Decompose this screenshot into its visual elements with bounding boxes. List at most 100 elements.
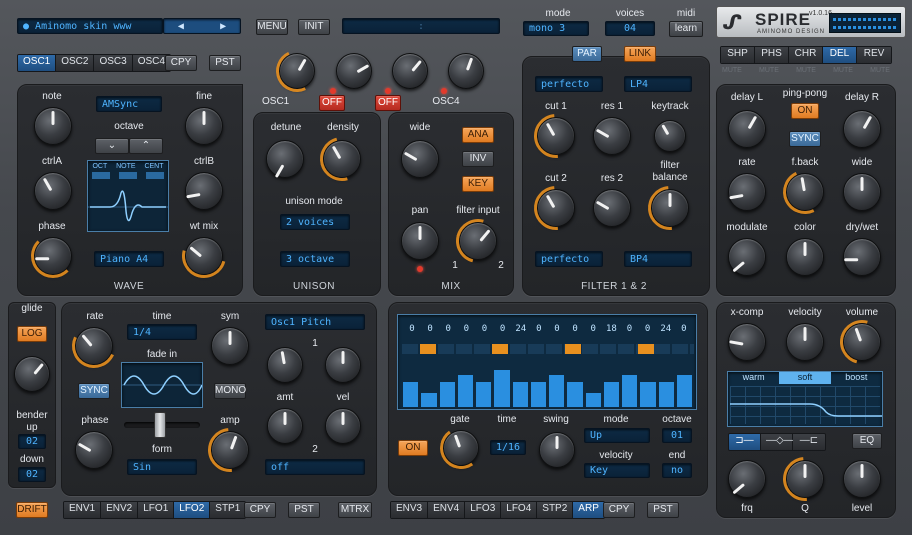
mute-del[interactable]: MUTE bbox=[833, 67, 853, 74]
filter1-mode-display[interactable]: LP4 bbox=[624, 76, 692, 92]
lfo-target1-display[interactable]: Osc1 Pitch bbox=[265, 314, 365, 330]
arp-step-value[interactable]: 18 bbox=[603, 324, 619, 336]
osc1-level-label[interactable]: OSC1 bbox=[262, 95, 289, 111]
tab-osc3[interactable]: OSC3 bbox=[94, 55, 133, 71]
fine-knob[interactable] bbox=[185, 107, 223, 145]
arp-step-bar[interactable] bbox=[640, 381, 656, 407]
eq-frq-knob[interactable] bbox=[728, 460, 766, 498]
mute-chr[interactable]: MUTE bbox=[796, 67, 816, 74]
eq-soft-option[interactable]: soft bbox=[779, 372, 831, 384]
eq-level-knob[interactable] bbox=[843, 460, 881, 498]
matrix-button[interactable]: MTRX bbox=[338, 502, 372, 518]
menu-button[interactable]: MENU bbox=[256, 19, 288, 35]
arp-step-bar[interactable] bbox=[603, 381, 619, 407]
bender-up-display[interactable]: 02 bbox=[18, 434, 46, 449]
osc-paste-button[interactable]: PST bbox=[209, 55, 241, 71]
osc3-off-button[interactable]: OFF bbox=[375, 95, 401, 111]
arp-step-value[interactable]: 0 bbox=[676, 324, 692, 336]
arp-step-value[interactable]: 0 bbox=[404, 324, 420, 336]
tab-phs[interactable]: PHS bbox=[755, 47, 789, 63]
phase-knob[interactable] bbox=[34, 237, 72, 275]
fx-tabs[interactable]: SHP PHS CHR DEL REV bbox=[720, 46, 892, 64]
drywet-knob[interactable] bbox=[843, 238, 881, 276]
arp-step-bar[interactable] bbox=[549, 374, 565, 407]
arp-on-button[interactable]: ON bbox=[398, 440, 428, 456]
lfo-time-display[interactable]: 1/4 bbox=[127, 324, 197, 340]
eq-q-knob[interactable] bbox=[786, 460, 824, 498]
osc-tabs[interactable]: OSC1 OSC2 OSC3 OSC4 bbox=[17, 54, 171, 72]
par-button[interactable]: PAR bbox=[572, 46, 602, 62]
fade-in-slider-handle[interactable] bbox=[154, 412, 166, 438]
tab-lfo2[interactable]: LFO2 bbox=[174, 502, 211, 518]
eq-shape-buttons[interactable]: ⊐— —◇— —⊏ bbox=[728, 433, 826, 451]
arp-step-bar[interactable] bbox=[457, 374, 473, 407]
lfo-target2-display[interactable]: off bbox=[265, 459, 365, 475]
glide-knob[interactable] bbox=[14, 356, 50, 392]
unison-voices-display[interactable]: 2 voices bbox=[280, 214, 350, 230]
wt-mix-knob[interactable] bbox=[185, 237, 223, 275]
res1-knob[interactable] bbox=[593, 117, 631, 155]
tab-rev[interactable]: REV bbox=[857, 47, 891, 63]
lfo-vel1-knob[interactable] bbox=[325, 347, 361, 383]
tab-lfo3[interactable]: LFO3 bbox=[465, 502, 502, 518]
arp-step-bar[interactable] bbox=[421, 393, 437, 407]
filter-input-knob[interactable] bbox=[459, 222, 497, 260]
inv-button[interactable]: INV bbox=[462, 151, 494, 167]
eq-highshelf-icon[interactable]: —⊏ bbox=[793, 434, 825, 450]
lfo-rate-knob[interactable] bbox=[75, 327, 113, 365]
fx-rate-knob[interactable] bbox=[728, 173, 766, 211]
init-button[interactable]: INIT bbox=[298, 19, 330, 35]
lfo-amt2-knob[interactable] bbox=[267, 408, 303, 444]
arp-step-display[interactable]: 0 0 0 0 0 0 24 0 0 0 0 18 0 0 24 0 bbox=[397, 314, 697, 410]
key-button[interactable]: KEY bbox=[462, 176, 494, 192]
note-knob[interactable] bbox=[34, 107, 72, 145]
modulate-knob[interactable] bbox=[728, 238, 766, 276]
arp-step-value[interactable]: 0 bbox=[440, 324, 456, 336]
tab-arp[interactable]: ARP bbox=[573, 502, 604, 518]
lfo-amp-knob[interactable] bbox=[211, 431, 249, 469]
lfo-phase-knob[interactable] bbox=[75, 431, 113, 469]
tab-lfo4[interactable]: LFO4 bbox=[501, 502, 538, 518]
osc-copy-button[interactable]: CPY bbox=[165, 55, 197, 71]
arp-step-bar[interactable] bbox=[439, 381, 455, 407]
fx-wide-knob[interactable] bbox=[843, 173, 881, 211]
arp-step-value[interactable]: 0 bbox=[640, 324, 656, 336]
arp-step-value[interactable]: 24 bbox=[658, 324, 674, 336]
arp-step-value[interactable]: 0 bbox=[567, 324, 583, 336]
mod-right-paste-button[interactable]: PST bbox=[647, 502, 679, 518]
arp-step-value[interactable]: 0 bbox=[477, 324, 493, 336]
ping-pong-on-button[interactable]: ON bbox=[791, 103, 819, 119]
mod-left-paste-button[interactable]: PST bbox=[288, 502, 320, 518]
wavetable-display[interactable]: Piano A4 bbox=[94, 251, 164, 267]
ctrlB-knob[interactable] bbox=[185, 172, 223, 210]
res2-knob[interactable] bbox=[593, 189, 631, 227]
color-knob[interactable] bbox=[786, 238, 824, 276]
arp-step-bar[interactable] bbox=[567, 381, 583, 407]
arp-step-value[interactable]: 0 bbox=[422, 324, 438, 336]
mute-rev[interactable]: MUTE bbox=[870, 67, 890, 74]
arp-step-bar[interactable] bbox=[676, 374, 692, 407]
lfo-form-display[interactable]: Sin bbox=[127, 459, 197, 475]
arp-step-value[interactable]: 24 bbox=[513, 324, 529, 336]
arp-step-value[interactable]: 0 bbox=[585, 324, 601, 336]
link-button[interactable]: LINK bbox=[624, 46, 656, 62]
xcomp-knob[interactable] bbox=[728, 323, 766, 361]
tab-chr[interactable]: CHR bbox=[789, 47, 823, 63]
mod-tabs-right[interactable]: ENV3 ENV4 LFO3 LFO4 STP2 ARP bbox=[390, 501, 605, 519]
cut2-knob[interactable] bbox=[537, 189, 575, 227]
fade-in-slider[interactable] bbox=[124, 412, 200, 438]
glide-log-button[interactable]: LOG bbox=[17, 326, 47, 342]
ana-button[interactable]: ANA bbox=[462, 127, 494, 143]
tab-osc2[interactable]: OSC2 bbox=[56, 55, 95, 71]
eq-peak-icon[interactable]: —◇— bbox=[761, 434, 794, 450]
arp-step-bar[interactable] bbox=[622, 374, 638, 407]
arp-step-value[interactable]: 0 bbox=[622, 324, 638, 336]
arp-step-bar[interactable] bbox=[658, 381, 674, 407]
mute-shp[interactable]: MUTE bbox=[722, 67, 742, 74]
drift-button[interactable]: DRIFT bbox=[16, 502, 48, 518]
delay-l-knob[interactable] bbox=[728, 110, 766, 148]
volume-knob[interactable] bbox=[843, 323, 881, 361]
lfo-vel2-knob[interactable] bbox=[325, 408, 361, 444]
fback-knob[interactable] bbox=[786, 173, 824, 211]
keytrack-knob[interactable] bbox=[654, 120, 686, 152]
